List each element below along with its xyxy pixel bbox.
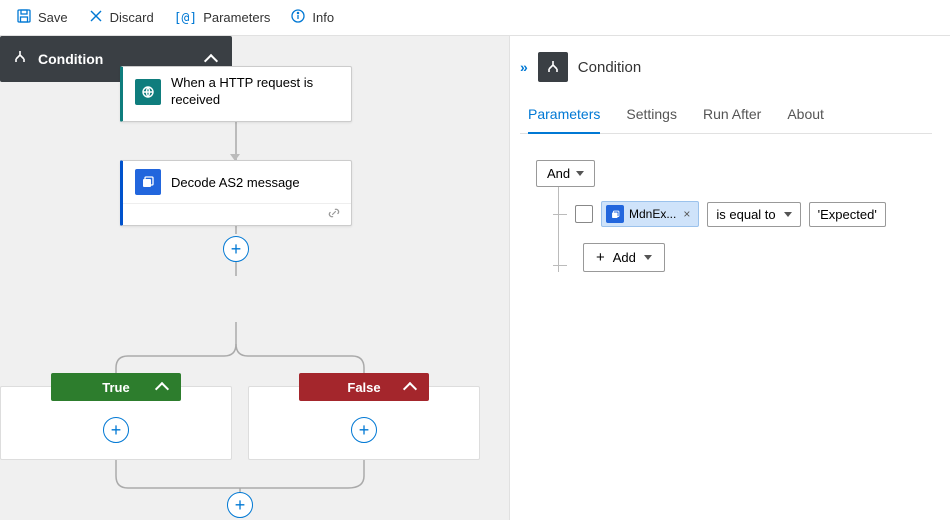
info-icon — [290, 8, 306, 27]
parameters-icon: [@] — [174, 10, 197, 26]
document-stack-icon — [135, 169, 161, 195]
add-action-false-button[interactable]: + — [351, 417, 377, 443]
save-icon — [16, 8, 32, 27]
save-button[interactable]: Save — [10, 4, 74, 31]
chevron-down-icon — [576, 171, 584, 176]
tab-settings[interactable]: Settings — [626, 98, 677, 133]
add-step-button[interactable]: + — [223, 236, 249, 262]
document-stack-icon — [606, 205, 624, 223]
panel-title: Condition — [578, 59, 641, 76]
info-label: Info — [312, 10, 334, 25]
branch-label: False — [347, 380, 380, 395]
operator-label: is equal to — [716, 207, 775, 222]
branch-body: + — [249, 401, 479, 459]
add-condition-button[interactable]: + Add — [583, 243, 665, 272]
add-action-true-button[interactable]: + — [103, 417, 129, 443]
http-icon — [135, 79, 161, 105]
add-row-wrap: + Add — [553, 227, 932, 272]
row-checkbox[interactable] — [575, 205, 593, 223]
chevron-up-icon[interactable] — [206, 52, 220, 66]
branch-body: + — [1, 401, 231, 459]
save-label: Save — [38, 10, 68, 25]
operand-left-token[interactable]: MdnEx... × — [601, 201, 699, 227]
group-operator-label: And — [547, 166, 570, 181]
operator-dropdown[interactable]: is equal to — [707, 202, 800, 227]
panel-header: » Condition — [520, 48, 932, 98]
condition-tree: MdnEx... × is equal to 'Expected' + — [558, 187, 932, 272]
properties-panel: » Condition Parameters Settings Run Afte… — [510, 36, 950, 520]
action-node-decode-as2[interactable]: Decode AS2 message — [120, 160, 352, 226]
token-remove-button[interactable]: × — [681, 207, 692, 221]
toolbar: Save Discard [@] Parameters Info — [0, 0, 950, 36]
tree-connector — [553, 265, 567, 266]
branch-label: True — [102, 380, 129, 395]
info-button[interactable]: Info — [284, 4, 340, 31]
node-title: When a HTTP request is received — [171, 75, 339, 109]
chevron-down-icon — [784, 212, 792, 217]
plus-icon: + — [596, 250, 605, 265]
branch-false-container: False + — [248, 386, 480, 460]
condition-row: MdnEx... × is equal to 'Expected' — [553, 201, 932, 227]
operand-right-value: 'Expected' — [818, 207, 877, 222]
node-header: Decode AS2 message — [123, 161, 351, 203]
node-title: Condition — [38, 51, 196, 67]
branch-false-header[interactable]: False — [299, 373, 429, 401]
condition-icon — [12, 49, 28, 70]
tree-connector — [553, 214, 567, 215]
chevron-down-icon — [644, 255, 652, 260]
collapse-panel-icon[interactable]: » — [520, 59, 528, 75]
branch-true-container: True + — [0, 386, 232, 460]
parameters-label: Parameters — [203, 10, 270, 25]
tab-run-after[interactable]: Run After — [703, 98, 761, 133]
token-text: MdnEx... — [629, 207, 676, 221]
group-operator-dropdown[interactable]: And — [536, 160, 595, 187]
node-footer — [123, 203, 351, 225]
condition-editor: And MdnEx... × is equal to — [520, 134, 932, 272]
link-icon — [327, 206, 341, 223]
add-label: Add — [613, 250, 636, 265]
branch-true-header[interactable]: True — [51, 373, 181, 401]
discard-button[interactable]: Discard — [82, 4, 160, 31]
discard-label: Discard — [110, 10, 154, 25]
panel-tabs: Parameters Settings Run After About — [520, 98, 932, 134]
node-header: When a HTTP request is received — [123, 67, 351, 117]
chevron-up-icon[interactable] — [157, 380, 171, 394]
condition-icon — [538, 52, 568, 82]
close-icon — [88, 8, 104, 27]
add-step-bottom-button[interactable]: + — [227, 492, 253, 518]
trigger-node-http-request[interactable]: When a HTTP request is received — [120, 66, 352, 122]
tab-parameters[interactable]: Parameters — [528, 98, 600, 134]
operand-right-input[interactable]: 'Expected' — [809, 202, 886, 227]
tab-about[interactable]: About — [787, 98, 824, 133]
chevron-up-icon[interactable] — [405, 380, 419, 394]
main: When a HTTP request is received Decode A… — [0, 36, 950, 520]
node-title: Decode AS2 message — [171, 175, 300, 190]
parameters-button[interactable]: [@] Parameters — [168, 6, 277, 30]
designer-canvas[interactable]: When a HTTP request is received Decode A… — [0, 36, 510, 520]
